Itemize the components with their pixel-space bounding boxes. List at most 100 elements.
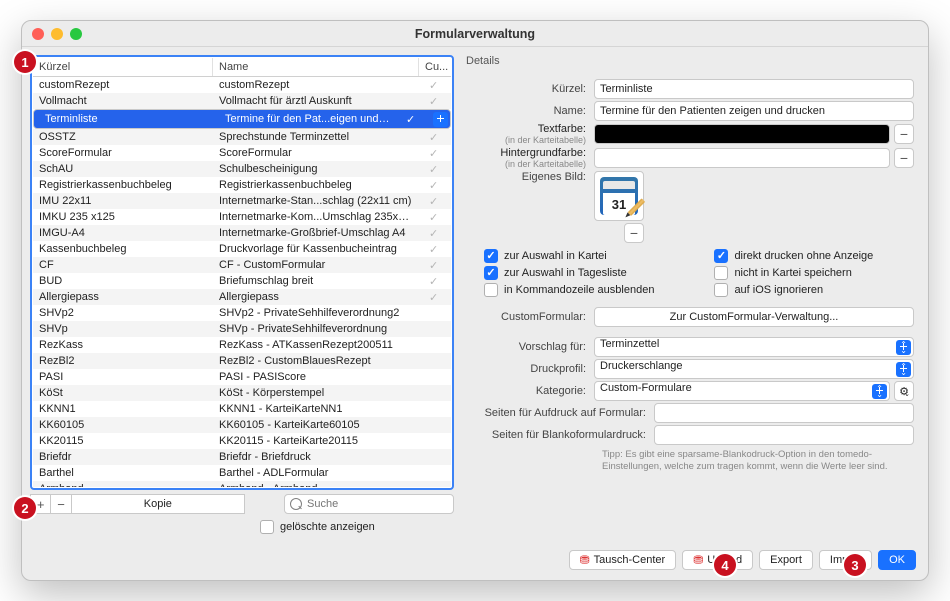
check-icon: ✓ <box>429 79 441 91</box>
annotation-2: 2 <box>14 497 36 519</box>
cell-kuerzel: IMU 22x11 <box>33 195 213 207</box>
tausch-center-button[interactable]: ⛃Tausch-Center <box>569 550 677 570</box>
cell-name: SHVp2 - PrivateSehhilfeverordnung2 <box>213 307 419 319</box>
table-row[interactable]: VollmachtVollmacht für ärztl Auskunft✓ <box>33 93 451 109</box>
select-vorschlag[interactable]: Terminzettel⌃⌄ <box>594 337 914 357</box>
table-row[interactable]: CFCF - CustomFormular✓ <box>33 257 451 273</box>
table-row[interactable]: AllergiepassAllergiepass✓ <box>33 289 451 305</box>
cell-kuerzel: PASI <box>33 371 213 383</box>
cell-kuerzel: KKNN1 <box>33 403 213 415</box>
check-nicht-speichern[interactable]: nicht in Kartei speichern <box>714 266 873 280</box>
table-row[interactable]: OSSTZSprechstunde Terminzettel✓ <box>33 129 451 145</box>
cell-name: RezBl2 - CustomBlauesRezept <box>213 355 419 367</box>
cell-check: ✓ <box>419 227 451 239</box>
check-kartei[interactable]: zur Auswahl in Kartei <box>484 249 654 263</box>
table-row[interactable]: ArmbandArmband - Armband <box>33 481 451 487</box>
table-row[interactable]: TerminlisteTermine für den Pat...eigen u… <box>33 109 451 129</box>
cell-name: Vollmacht für ärztl Auskunft <box>213 95 419 107</box>
field-kuerzel[interactable] <box>594 79 914 99</box>
cell-kuerzel: customRezept <box>33 79 213 91</box>
check-icon: ✓ <box>429 179 441 191</box>
check-icon: ✓ <box>429 195 441 207</box>
table-body[interactable]: customRezeptcustomRezept ✓ VollmachtVollma… <box>33 77 451 487</box>
table-row[interactable]: IMGU-A4Internetmarke-Großbrief-Umschlag … <box>33 225 451 241</box>
cell-check: ✓ <box>419 243 451 255</box>
cell-kuerzel: Allergiepass <box>33 291 213 303</box>
table-row[interactable]: customRezeptcustomRezept ✓ <box>33 77 451 93</box>
table-row[interactable]: IMU 22x11Internetmarke-Stan...schlag (22… <box>33 193 451 209</box>
table-row[interactable]: PASIPASI - PASIScore <box>33 369 451 385</box>
copy-button[interactable]: Kopie <box>71 494 245 514</box>
table-row[interactable]: KöStKöSt - Körperstempel <box>33 385 451 401</box>
cell-kuerzel: ScoreFormular <box>33 147 213 159</box>
bgcolor-well[interactable] <box>594 148 890 168</box>
label-kategorie: Kategorie: <box>464 385 594 397</box>
ok-button[interactable]: OK <box>878 550 916 570</box>
search-input[interactable] <box>284 494 454 514</box>
cell-check: ✓ <box>419 275 451 287</box>
bgcolor-clear-button[interactable]: − <box>894 148 914 168</box>
label-druckprofil: Druckprofil: <box>464 363 594 375</box>
check-icon: ✓ <box>429 227 441 239</box>
table-row[interactable]: KKNN1KKNN1 - KarteiKarteNN1 <box>33 401 451 417</box>
check-ios-ignorieren[interactable]: auf iOS ignorieren <box>714 283 873 297</box>
table-row[interactable]: ScoreFormularScoreFormular ✓ <box>33 145 451 161</box>
package-icon: ⛃ <box>693 553 703 567</box>
cell-kuerzel: SHVp2 <box>33 307 213 319</box>
field-name[interactable] <box>594 101 914 121</box>
export-button[interactable]: Export <box>759 550 813 570</box>
table-row[interactable]: BUDBriefumschlag breit✓ <box>33 273 451 289</box>
cell-name: Registrierkassenbuchbeleg <box>213 179 419 191</box>
table-row[interactable]: IMKU 235 x125Internetmarke-Kom...Umschla… <box>33 209 451 225</box>
table-row[interactable]: RegistrierkassenbuchbelegRegistrierkasse… <box>33 177 451 193</box>
table-row[interactable]: SHVp2SHVp2 - PrivateSehhilfeverordnung2 <box>33 305 451 321</box>
cell-name: ScoreFormular <box>213 147 419 159</box>
cell-name: SHVp - PrivateSehhilfeverordnung <box>213 323 419 335</box>
cell-kuerzel: Terminliste <box>39 113 219 125</box>
field-seiten-blanko[interactable] <box>654 425 914 445</box>
table-row[interactable]: SchAUSchulbescheinigung✓ <box>33 161 451 177</box>
label-eigenes-bild: Eigenes Bild: <box>464 171 594 183</box>
col-kuerzel[interactable]: Kürzel <box>33 58 213 76</box>
col-cu[interactable]: Cu... <box>419 58 451 76</box>
zoom-icon[interactable] <box>70 28 82 40</box>
cell-check: ✓ <box>419 195 451 207</box>
package-icon: ⛃ <box>580 553 590 567</box>
cell-check: ✓ <box>419 163 451 175</box>
field-seiten-aufdruck[interactable] <box>654 403 914 423</box>
close-icon[interactable] <box>32 28 44 40</box>
table-row[interactable]: BriefdrBriefdr - Briefdruck <box>33 449 451 465</box>
kategorie-gear-button[interactable]: ⚙⌄ <box>894 381 914 401</box>
titlebar: Formularverwaltung <box>22 21 928 47</box>
textcolor-well[interactable] <box>594 124 890 144</box>
label-vorschlag: Vorschlag für: <box>464 341 594 353</box>
cell-kuerzel: Vollmacht <box>33 95 213 107</box>
minimize-icon[interactable] <box>51 28 63 40</box>
cell-name: RezKass - ATKassenRezept200511 <box>213 339 419 351</box>
table-row[interactable]: RezBl2RezBl2 - CustomBlauesRezept <box>33 353 451 369</box>
table-row[interactable]: SHVpSHVp - PrivateSehhilfeverordnung <box>33 321 451 337</box>
check-tagesliste[interactable]: zur Auswahl in Tagesliste <box>484 266 654 280</box>
col-name[interactable]: Name <box>213 58 419 76</box>
customformular-button[interactable]: Zur CustomFormular-Verwaltung... <box>594 307 914 327</box>
table-row[interactable]: KassenbuchbelegDruckvorlage für Kassenbu… <box>33 241 451 257</box>
table-row[interactable]: RezKassRezKass - ATKassenRezept200511 <box>33 337 451 353</box>
check-icon: ✓ <box>429 275 441 287</box>
cell-check: ✓ <box>419 147 451 159</box>
check-kommandozeile[interactable]: in Kommandozeile ausblenden <box>484 283 654 297</box>
textcolor-clear-button[interactable]: − <box>894 124 914 144</box>
table-row[interactable]: BarthelBarthel - ADLFormular <box>33 465 451 481</box>
cell-check: ✓ <box>419 79 451 91</box>
cell-kuerzel: RezBl2 <box>33 355 213 367</box>
check-icon: ✓ <box>429 147 441 159</box>
show-deleted-checkbox[interactable] <box>260 520 274 534</box>
table-row[interactable]: KK20115KK20115 - KarteiKarte20115 <box>33 433 451 449</box>
select-druckprofil[interactable]: Druckerschlange⌃⌄ <box>594 359 914 379</box>
remove-button[interactable]: − <box>50 494 71 514</box>
image-well[interactable]: 31 <box>594 171 644 221</box>
cell-kuerzel: BUD <box>33 275 213 287</box>
select-kategorie[interactable]: Custom-Formulare⌃⌄ <box>594 381 890 401</box>
cell-name: customRezept <box>213 79 419 91</box>
check-direkt-drucken[interactable]: direkt drucken ohne Anzeige <box>714 249 873 263</box>
table-row[interactable]: KK60105KK60105 - KarteiKarte60105 <box>33 417 451 433</box>
